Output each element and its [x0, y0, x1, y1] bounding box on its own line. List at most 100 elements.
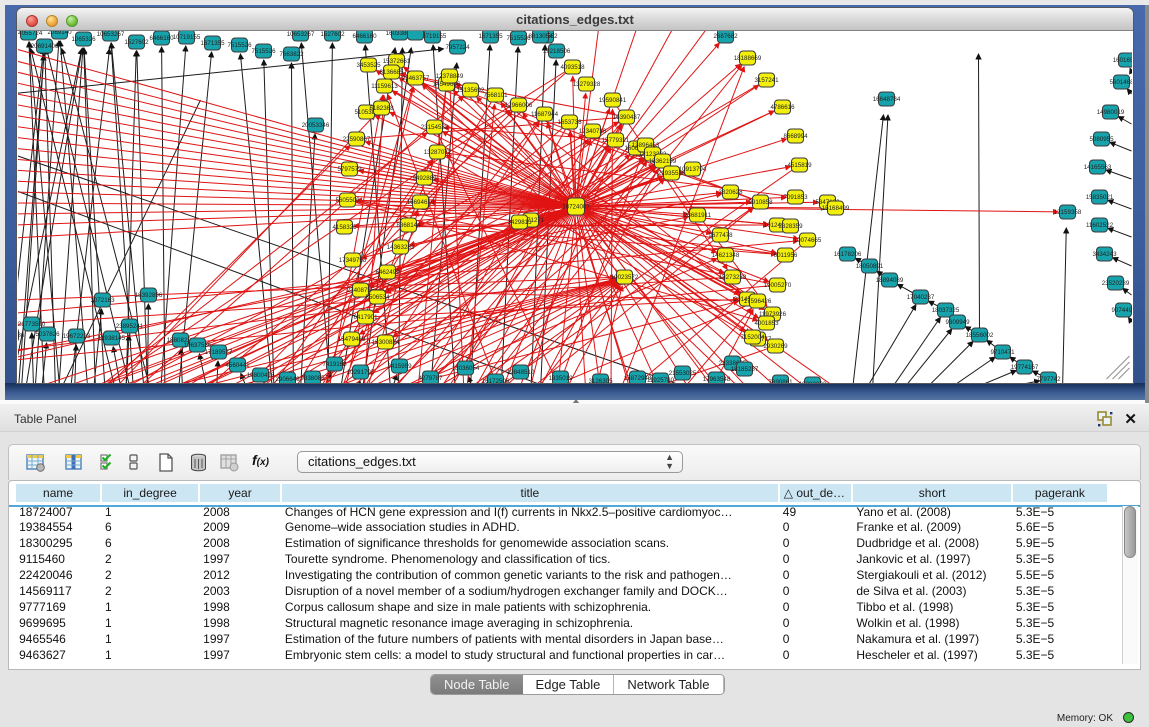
svg-text:4093518: 4093518 [560, 64, 585, 71]
svg-text:4560441: 4560441 [225, 362, 250, 369]
svg-text:2415959: 2415959 [387, 363, 412, 370]
svg-text:2328359: 2328359 [778, 223, 803, 230]
svg-text:7568101: 7568101 [483, 92, 508, 99]
svg-text:6466160: 6466160 [352, 33, 377, 40]
svg-text:5797579: 5797579 [337, 166, 362, 173]
svg-text:2930269: 2930269 [763, 343, 788, 350]
svg-text:6182368: 6182368 [369, 105, 394, 112]
svg-text:16016555: 16016555 [1112, 57, 1131, 64]
svg-text:17963548: 17963548 [702, 376, 730, 383]
svg-text:18300834: 18300834 [371, 339, 399, 346]
svg-text:8368144: 8368144 [396, 222, 421, 229]
svg-text:20691406: 20691406 [30, 43, 58, 50]
svg-text:15372661: 15372661 [382, 58, 410, 65]
svg-text:19672223: 19672223 [62, 333, 90, 340]
svg-text:3072163: 3072163 [90, 297, 115, 304]
svg-text:3434243: 3434243 [1092, 251, 1117, 258]
svg-text:19848510: 19848510 [506, 369, 534, 376]
svg-text:18185287: 18185287 [730, 366, 758, 373]
svg-text:18392896: 18392896 [134, 292, 162, 299]
svg-text:10913794: 10913794 [678, 166, 706, 173]
svg-text:3157241: 3157241 [754, 77, 779, 84]
svg-text:7690861: 7690861 [768, 379, 793, 383]
svg-text:11925780: 11925780 [646, 377, 674, 383]
svg-text:9309949: 9309949 [945, 319, 970, 326]
svg-text:4515819: 4515819 [787, 162, 812, 169]
svg-text:14165563: 14165563 [1083, 164, 1111, 171]
svg-text:8668994: 8668994 [783, 133, 808, 140]
svg-text:10023572: 10023572 [610, 274, 638, 281]
svg-text:3820628: 3820628 [718, 189, 743, 196]
svg-text:6011956: 6011956 [773, 252, 797, 259]
svg-text:23154532: 23154532 [420, 124, 448, 131]
svg-text:1935019: 1935019 [548, 375, 573, 382]
svg-text:12340716: 12340716 [578, 128, 606, 135]
svg-text:3453525: 3453525 [356, 62, 381, 69]
svg-text:19800418: 19800418 [246, 372, 274, 379]
svg-text:23463757: 23463757 [401, 75, 429, 82]
svg-text:13279328: 13279328 [572, 81, 600, 88]
svg-text:18188669: 18188669 [733, 55, 761, 62]
svg-text:19637536: 19637536 [183, 342, 211, 349]
svg-text:1653738: 1653738 [557, 119, 582, 126]
svg-text:18036054: 18036054 [451, 365, 479, 372]
svg-text:18894089: 18894089 [875, 277, 903, 284]
svg-text:9677478: 9677478 [708, 232, 733, 239]
svg-text:23895241: 23895241 [115, 323, 143, 330]
svg-text:15779321: 15779321 [601, 137, 629, 144]
svg-text:1671355: 1671355 [478, 33, 503, 40]
svg-text:7515526: 7515526 [227, 42, 252, 49]
svg-text:17040237: 17040237 [906, 294, 934, 301]
svg-text:12378849: 12378849 [435, 73, 463, 80]
svg-text:23681911: 23681911 [683, 212, 711, 219]
svg-text:18037325: 18037325 [931, 307, 959, 314]
svg-text:10300803: 10300803 [798, 381, 826, 383]
svg-text:4158325: 4158325 [332, 224, 357, 231]
svg-text:16887786: 16887786 [18, 332, 25, 339]
svg-text:10291795: 10291795 [346, 369, 374, 376]
svg-text:16172506: 16172506 [481, 378, 509, 383]
svg-text:4001853: 4001853 [754, 320, 779, 327]
svg-text:19218506: 19218506 [542, 48, 570, 55]
svg-text:7419168: 7419168 [322, 361, 347, 368]
svg-text:8136685: 8136685 [379, 69, 404, 76]
svg-text:17596426: 17596426 [743, 298, 771, 305]
svg-text:18556002: 18556002 [965, 332, 993, 339]
svg-text:15168499: 15168499 [821, 205, 849, 212]
svg-text:7152004: 7152004 [740, 334, 765, 341]
svg-text:9074496: 9074496 [1111, 307, 1132, 314]
svg-text:11687944: 11687944 [530, 111, 558, 118]
svg-text:7515526: 7515526 [506, 35, 531, 42]
svg-text:13287072: 13287072 [423, 149, 451, 156]
svg-text:9710471: 9710471 [990, 349, 1015, 356]
svg-text:2906649: 2906649 [275, 376, 300, 383]
svg-text:18724007: 18724007 [562, 204, 590, 211]
svg-text:14621348: 14621348 [711, 252, 739, 259]
svg-text:7957224: 7957224 [445, 44, 470, 51]
svg-text:1065326: 1065326 [71, 36, 96, 43]
svg-text:18362199: 18362199 [648, 158, 676, 165]
svg-text:12966006: 12966006 [504, 102, 532, 109]
svg-text:6462499: 6462499 [375, 269, 400, 276]
svg-text:5037826: 5037826 [35, 331, 60, 338]
svg-text:22590867: 22590867 [342, 136, 370, 143]
svg-text:19774167: 19774167 [1010, 364, 1038, 371]
svg-text:23520239: 23520239 [1101, 280, 1129, 287]
svg-text:7515526: 7515526 [251, 48, 276, 55]
svg-text:16648784: 16648784 [872, 96, 900, 103]
svg-text:3429813: 3429813 [507, 219, 532, 226]
svg-text:5605500: 5605500 [335, 197, 360, 204]
svg-text:16390437: 16390437 [612, 114, 640, 121]
svg-text:17189577: 17189577 [204, 349, 232, 356]
svg-text:9338085: 9338085 [300, 375, 325, 382]
svg-text:21553025: 21553025 [668, 370, 696, 377]
svg-text:14980019: 14980019 [1096, 109, 1124, 116]
svg-text:8813054: 8813054 [528, 33, 553, 40]
svg-text:15479469: 15479469 [337, 336, 365, 343]
svg-text:9492889: 9492889 [412, 175, 437, 182]
svg-text:11159613: 11159613 [371, 83, 398, 90]
svg-text:2069140: 2069140 [47, 31, 72, 36]
svg-text:14055724: 14055724 [18, 31, 43, 37]
svg-text:7797742: 7797742 [1036, 376, 1061, 383]
svg-text:7091853: 7091853 [783, 194, 808, 201]
